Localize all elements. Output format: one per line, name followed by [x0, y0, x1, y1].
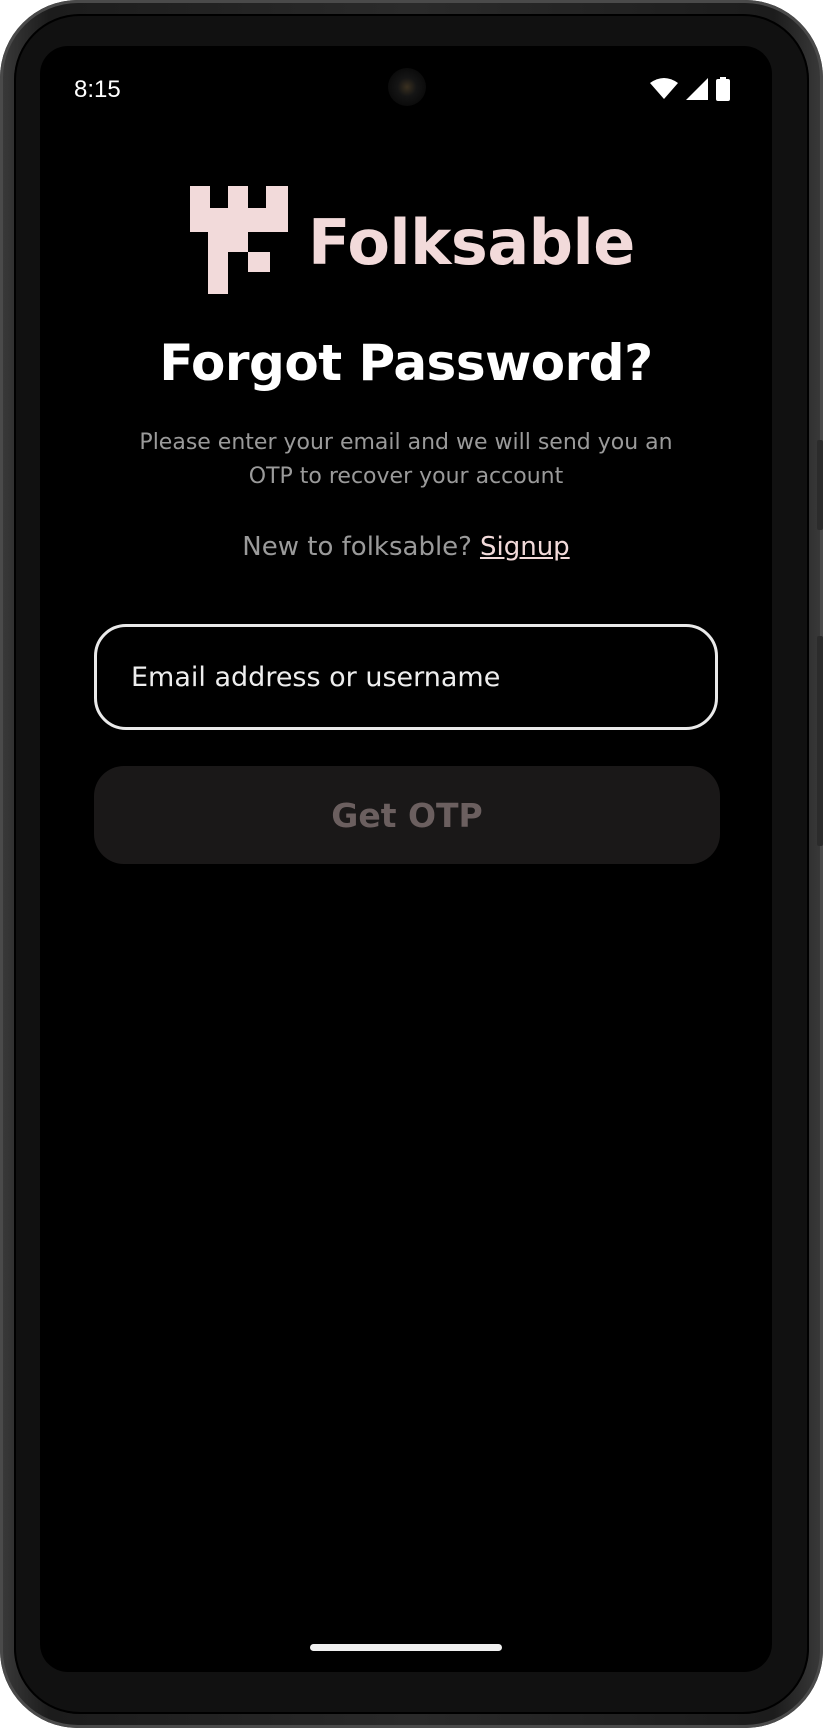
page-subtitle: Please enter your email and we will send… [139, 430, 673, 489]
email-field[interactable] [94, 624, 718, 730]
castle-tower-logo-icon [190, 186, 288, 298]
front-camera [388, 68, 426, 106]
signup-prompt-row: New to folksable? Signup [40, 532, 772, 562]
cellular-signal-icon [686, 78, 708, 104]
status-icons [650, 77, 730, 105]
signup-link[interactable]: Signup [480, 532, 570, 562]
battery-icon [716, 77, 730, 105]
wifi-icon [650, 78, 678, 104]
screen: 8:15 Folksable Forgot Password? Please e… [40, 46, 772, 1672]
home-indicator[interactable] [310, 1644, 502, 1651]
status-bar: 8:15 [40, 46, 772, 136]
signup-prompt-text: New to folksable? [242, 532, 472, 562]
brand-logo: Folksable [190, 186, 635, 298]
power-button [817, 440, 823, 530]
get-otp-button[interactable]: Get OTP [94, 766, 720, 864]
volume-button [817, 636, 823, 846]
status-time: 8:15 [74, 76, 121, 103]
email-input[interactable] [129, 660, 715, 694]
phone-frame: 8:15 Folksable Forgot Password? Please e… [0, 0, 823, 1728]
brand-name: Folksable [308, 205, 635, 279]
page-title: Forgot Password? [159, 334, 653, 392]
